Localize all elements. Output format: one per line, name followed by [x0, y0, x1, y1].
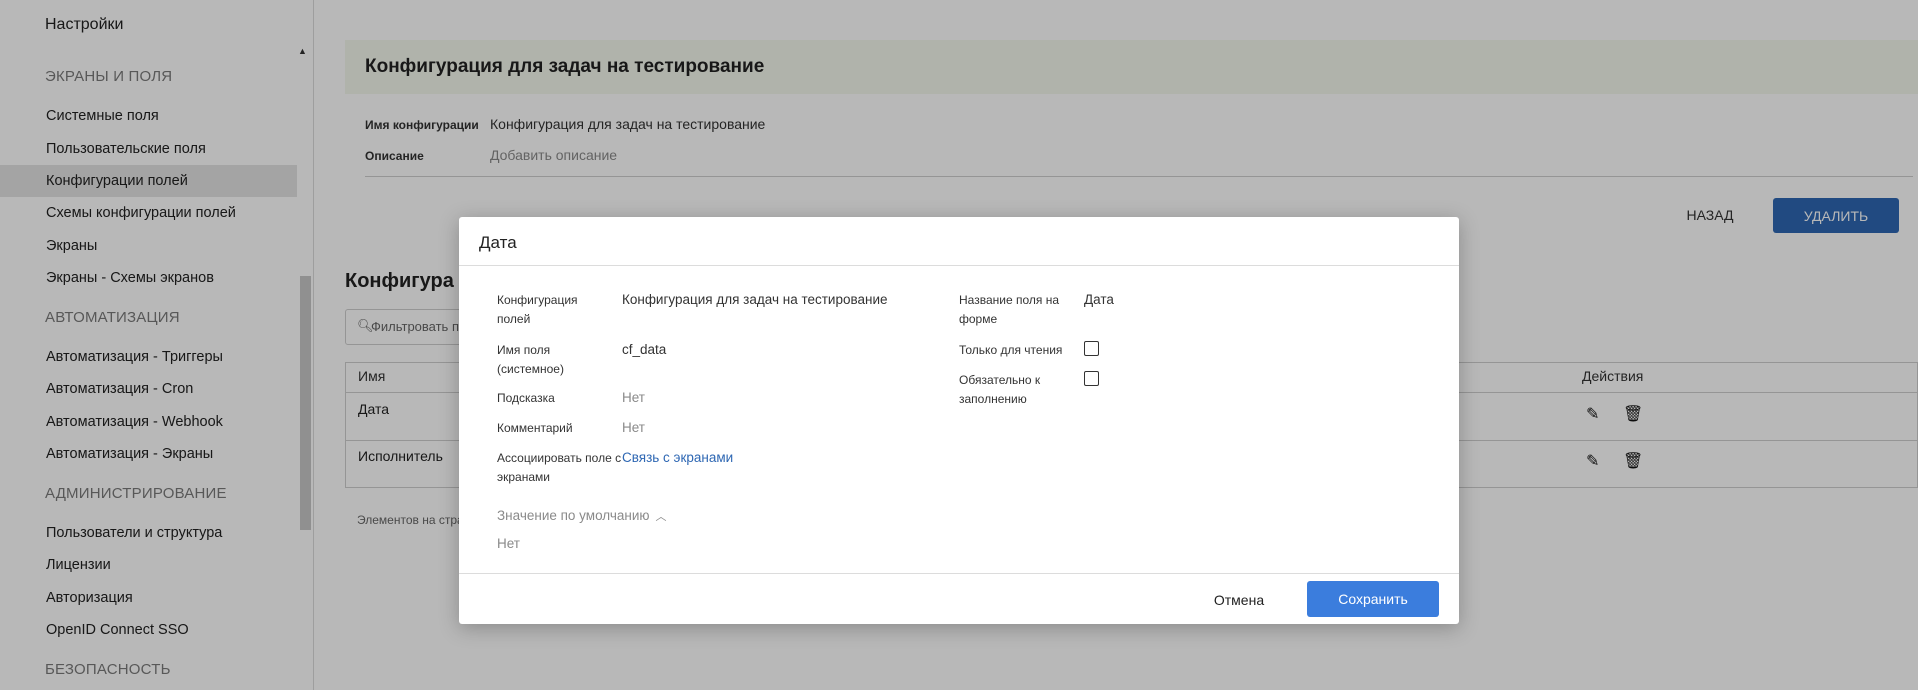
required-label: Обязательно к заполнению	[959, 373, 1041, 406]
config-label: Конфигурация полей	[497, 293, 578, 326]
readonly-checkbox[interactable]	[1084, 341, 1099, 356]
dialog-title: Дата	[479, 233, 517, 252]
system-name-value: cf_data	[622, 342, 667, 357]
default-value-label: Значение по умолчанию	[497, 508, 650, 523]
chevron-up-icon: ︿	[655, 511, 667, 523]
form-name-value[interactable]: Дата	[1084, 292, 1114, 307]
default-value[interactable]: Нет	[497, 536, 520, 551]
field-edit-dialog: Дата Конфигурация полей Конфигурация для…	[459, 217, 1459, 624]
associate-label: Ассоциировать поле с экранами	[497, 451, 622, 484]
comment-label: Комментарий	[497, 421, 573, 435]
system-name-label: Имя поля (системное)	[497, 343, 564, 376]
config-value: Конфигурация для задач на тестирование	[622, 292, 888, 307]
readonly-label: Только для чтения	[959, 343, 1063, 357]
required-checkbox[interactable]	[1084, 371, 1099, 386]
dialog-divider	[459, 265, 1459, 266]
cancel-button[interactable]: Отмена	[1189, 583, 1289, 617]
form-name-label: Название поля на форме	[959, 293, 1060, 326]
dialog-footer-divider	[459, 573, 1459, 574]
screens-link[interactable]: Связь с экранами	[622, 450, 733, 465]
default-value-toggle[interactable]: Значение по умолчанию ︿	[497, 508, 667, 524]
comment-value[interactable]: Нет	[622, 420, 645, 435]
hint-label: Подсказка	[497, 391, 555, 405]
save-button[interactable]: Сохранить	[1307, 581, 1439, 617]
hint-value[interactable]: Нет	[622, 390, 645, 405]
